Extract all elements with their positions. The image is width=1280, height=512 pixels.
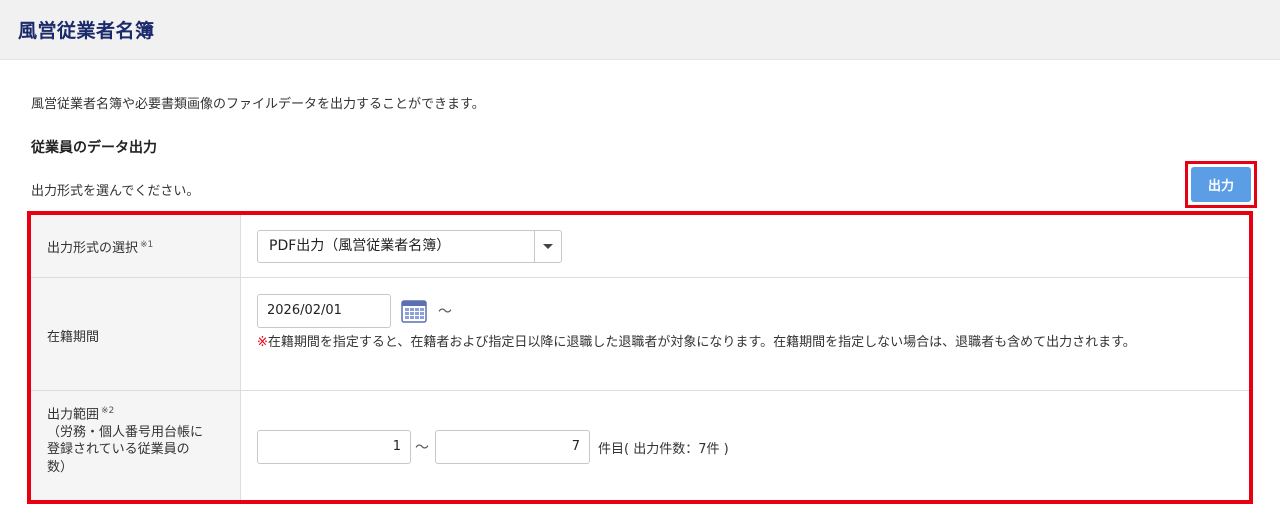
note-mark: ※: [257, 335, 268, 350]
output-format-select[interactable]: PDF出力（風営従業者名簿）: [257, 230, 562, 263]
range-from-input[interactable]: 1: [257, 430, 411, 464]
note-ref-1: ※1: [140, 239, 154, 250]
date-range-tilde: ～: [438, 304, 452, 320]
chevron-down-icon[interactable]: [534, 231, 561, 262]
page-title: 風営従業者名簿: [18, 20, 155, 42]
output-range-label-line4: 数）: [47, 459, 74, 475]
form-row-enrollment-period: 在籍期間 2026/02/01 ～ ※在籍期間を指定すると、在籍者および指定日以…: [31, 278, 1249, 391]
enrollment-start-date-input[interactable]: 2026/02/01: [257, 294, 391, 328]
instruction-text: 出力形式を選んでください。: [31, 184, 200, 199]
note-ref-2: ※2: [101, 406, 115, 416]
output-range-label-cell: 出力範囲 ※2 （労務・個人番号用台帳に 登録されている従業員の 数）: [31, 391, 241, 500]
output-range-label-line2: （労務・個人番号用台帳に: [47, 424, 204, 440]
calendar-icon[interactable]: [401, 299, 427, 323]
enrollment-period-label-cell: 在籍期間: [31, 278, 241, 390]
output-format-selected-value: PDF出力（風営従業者名簿）: [269, 238, 451, 254]
output-button[interactable]: 出力: [1191, 167, 1251, 202]
note-text: 在籍期間を指定すると、在籍者および指定日以降に退職した退職者が対象になります。在…: [267, 335, 1136, 350]
output-format-label: 出力形式の選択: [47, 241, 139, 256]
enrollment-period-note: ※在籍期間を指定すると、在籍者および指定日以降に退職した退職者が対象になります。…: [257, 334, 1227, 352]
enrollment-period-value-cell: 2026/02/01 ～ ※在籍期間を指定すると、在籍者および指定日以降に退職し…: [241, 278, 1249, 390]
section-title: 従業員のデータ出力: [31, 140, 157, 156]
output-format-label-cell: 出力形式の選択 ※1: [31, 215, 241, 277]
range-count-text: 件目( 出力件数：7件 ): [598, 442, 729, 457]
header-bar: 風営従業者名簿: [0, 0, 1280, 60]
output-format-value-cell: PDF出力（風営従業者名簿）: [241, 215, 1249, 277]
form-row-output-range: 出力範囲 ※2 （労務・個人番号用台帳に 登録されている従業員の 数） 1 ～ 7…: [31, 391, 1249, 500]
enrollment-period-label: 在籍期間: [47, 330, 100, 345]
range-tilde: ～: [415, 440, 429, 456]
output-range-label-line3: 登録されている従業員の: [47, 442, 190, 458]
form-row-output-format: 出力形式の選択 ※1 PDF出力（風営従業者名簿）: [31, 215, 1249, 278]
export-form: 出力形式の選択 ※1 PDF出力（風営従業者名簿） 在籍期間 2026/02/01: [31, 215, 1249, 500]
output-range-value-cell: 1 ～ 7 件目( 出力件数：7件 ): [241, 391, 1249, 500]
range-to-input[interactable]: 7: [435, 430, 590, 464]
page-description: 風営従業者名簿や必要書類画像のファイルデータを出力することができます。: [31, 97, 485, 112]
output-range-label: 出力範囲: [47, 407, 100, 423]
